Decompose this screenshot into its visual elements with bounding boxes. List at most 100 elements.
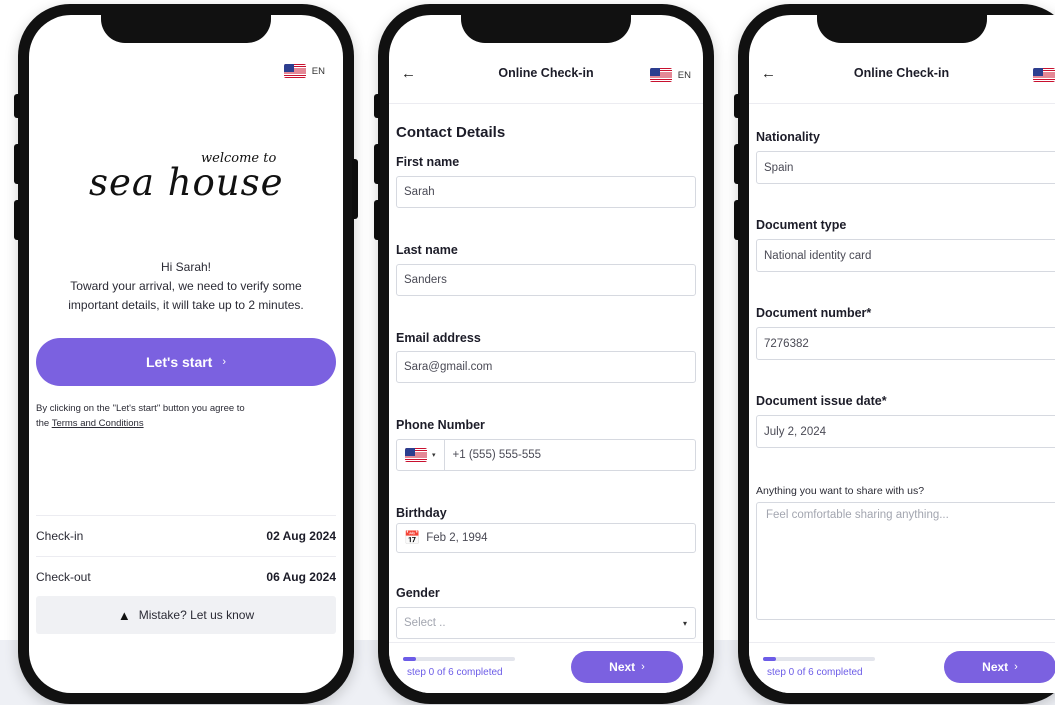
lets-start-label: Let's start: [145, 354, 213, 370]
phone-input[interactable]: +1 (555) 555-555: [445, 449, 542, 461]
us-flag-icon: [1032, 68, 1055, 82]
notch: [816, 15, 987, 43]
progress-bar: [763, 657, 875, 661]
logo-sea-house-text: sea house: [89, 161, 284, 204]
nationality-label: Nationality: [756, 130, 820, 144]
mistake-button[interactable]: ▲ Mistake? Let us know: [36, 596, 336, 634]
progress-text: step 0 of 6 completed: [767, 667, 863, 678]
caret-down-icon: ▾: [682, 618, 687, 628]
us-flag-icon: [649, 68, 672, 82]
language-label: EN: [311, 65, 325, 77]
document-type-label: Document type: [756, 218, 847, 232]
progress-fill: [763, 657, 777, 661]
checkin-label: Check-in: [36, 529, 84, 543]
document-number-field[interactable]: 7276382: [756, 327, 1055, 360]
email-label: Email address: [396, 331, 481, 345]
chevron-right-icon: ›: [1014, 661, 1018, 673]
first-name-label: First name: [396, 155, 460, 169]
page-title: Online Check-in: [853, 66, 950, 80]
share-label: Anything you want to share with us?: [756, 485, 925, 497]
side-button: [374, 94, 380, 118]
agree-line-2: the Terms and Conditions: [36, 416, 245, 431]
phone-contact-details: ← Online Check-in EN Contact Details Fir…: [374, 4, 714, 704]
language-selector[interactable]: EN: [649, 68, 691, 82]
gender-select[interactable]: Select .. ▾: [396, 607, 696, 639]
terms-link[interactable]: Terms and Conditions: [52, 418, 144, 429]
progress-text: step 0 of 6 completed: [407, 667, 503, 678]
stay-dates: Check-in 02 Aug 2024 Check-out 06 Aug 20…: [36, 515, 336, 597]
language-selector[interactable]: EN: [1032, 68, 1055, 82]
phone-field: ▾ +1 (555) 555-555: [396, 439, 696, 471]
side-button: [14, 200, 20, 240]
caret-down-icon: ▾: [432, 452, 436, 459]
message-line-1: Toward your arrival, we need to verify s…: [70, 279, 302, 293]
notch: [461, 15, 631, 43]
gender-placeholder: Select ..: [404, 617, 446, 629]
progress-bar: [403, 657, 515, 661]
language-selector[interactable]: EN: [283, 64, 325, 78]
next-label: Next: [609, 660, 636, 674]
gender-label: Gender: [396, 586, 440, 600]
next-button[interactable]: Next ›: [944, 651, 1055, 683]
email-field[interactable]: Sara@gmail.com: [396, 351, 696, 383]
greeting-text: Hi Sarah! Toward your arrival, we need t…: [29, 258, 343, 315]
contact-details-heading: Contact Details: [396, 124, 506, 141]
warning-icon: ▲: [117, 607, 131, 623]
us-flag-icon: [283, 64, 306, 78]
document-date-field[interactable]: July 2, 2024: [756, 415, 1055, 448]
document-screen: ← Online Check-in EN Nationality Spain D…: [749, 15, 1055, 693]
side-button: [14, 144, 20, 184]
document-date-label: Document issue date*: [756, 394, 887, 408]
document-number-label: Document number*: [756, 306, 872, 320]
phone-welcome: EN welcome to sea house Hi Sarah! Toward…: [14, 4, 358, 704]
side-button: [374, 200, 380, 240]
welcome-screen: EN welcome to sea house Hi Sarah! Toward…: [29, 15, 343, 693]
greeting-line: Hi Sarah!: [160, 260, 212, 274]
birthday-value: Feb 2, 1994: [426, 532, 488, 544]
contact-screen: ← Online Check-in EN Contact Details Fir…: [389, 15, 703, 693]
side-button: [734, 200, 740, 240]
calendar-icon: 📅: [404, 530, 421, 545]
last-name-label: Last name: [396, 243, 458, 257]
progress-footer: step 0 of 6 completed Next ›: [749, 642, 1055, 693]
top-bar: ← Online Check-in EN: [389, 51, 703, 104]
side-button: [734, 94, 740, 118]
chevron-right-icon: ›: [222, 356, 227, 368]
checkin-value: 02 Aug 2024: [266, 529, 336, 543]
side-button: [14, 94, 20, 118]
nationality-field[interactable]: Spain: [756, 151, 1055, 184]
phone-document-details: ← Online Check-in EN Nationality Spain D…: [734, 4, 1055, 704]
birthday-label: Birthday: [396, 506, 447, 520]
document-type-field[interactable]: National identity card: [756, 239, 1055, 272]
birthday-field[interactable]: 📅 Feb 2, 1994: [396, 523, 696, 553]
message-line-2: important details, it will take up to 2 …: [68, 298, 304, 312]
next-label: Next: [982, 660, 1009, 674]
checkout-label: Check-out: [36, 570, 91, 584]
agree-prefix: the: [36, 418, 50, 429]
agree-text: By clicking on the "Let's start" button …: [36, 403, 245, 414]
progress-footer: step 0 of 6 completed Next ›: [389, 642, 703, 693]
language-label: EN: [677, 69, 691, 81]
phone-label: Phone Number: [396, 418, 485, 432]
share-textarea[interactable]: Feel comfortable sharing anything...: [756, 502, 1055, 620]
side-button: [734, 144, 740, 184]
us-flag-icon: [405, 448, 427, 462]
share-placeholder: Feel comfortable sharing anything...: [766, 509, 949, 521]
lets-start-button[interactable]: Let's start ›: [36, 338, 336, 386]
checkout-row: Check-out 06 Aug 2024: [36, 557, 336, 597]
side-button: [352, 159, 358, 219]
mistake-label: Mistake? Let us know: [138, 608, 255, 622]
notch: [101, 15, 271, 43]
country-code-selector[interactable]: ▾: [397, 440, 445, 470]
checkout-value: 06 Aug 2024: [266, 570, 336, 584]
chevron-right-icon: ›: [641, 661, 645, 673]
side-button: [374, 144, 380, 184]
first-name-field[interactable]: Sarah: [396, 176, 696, 208]
sea-house-logo: welcome to sea house: [89, 145, 289, 215]
progress-fill: [403, 657, 417, 661]
top-bar: ← Online Check-in EN: [749, 51, 1055, 104]
terms-notice: By clicking on the "Let's start" button …: [36, 401, 245, 431]
next-button[interactable]: Next ›: [571, 651, 683, 683]
last-name-field[interactable]: Sanders: [396, 264, 696, 296]
checkin-row: Check-in 02 Aug 2024: [36, 515, 336, 557]
